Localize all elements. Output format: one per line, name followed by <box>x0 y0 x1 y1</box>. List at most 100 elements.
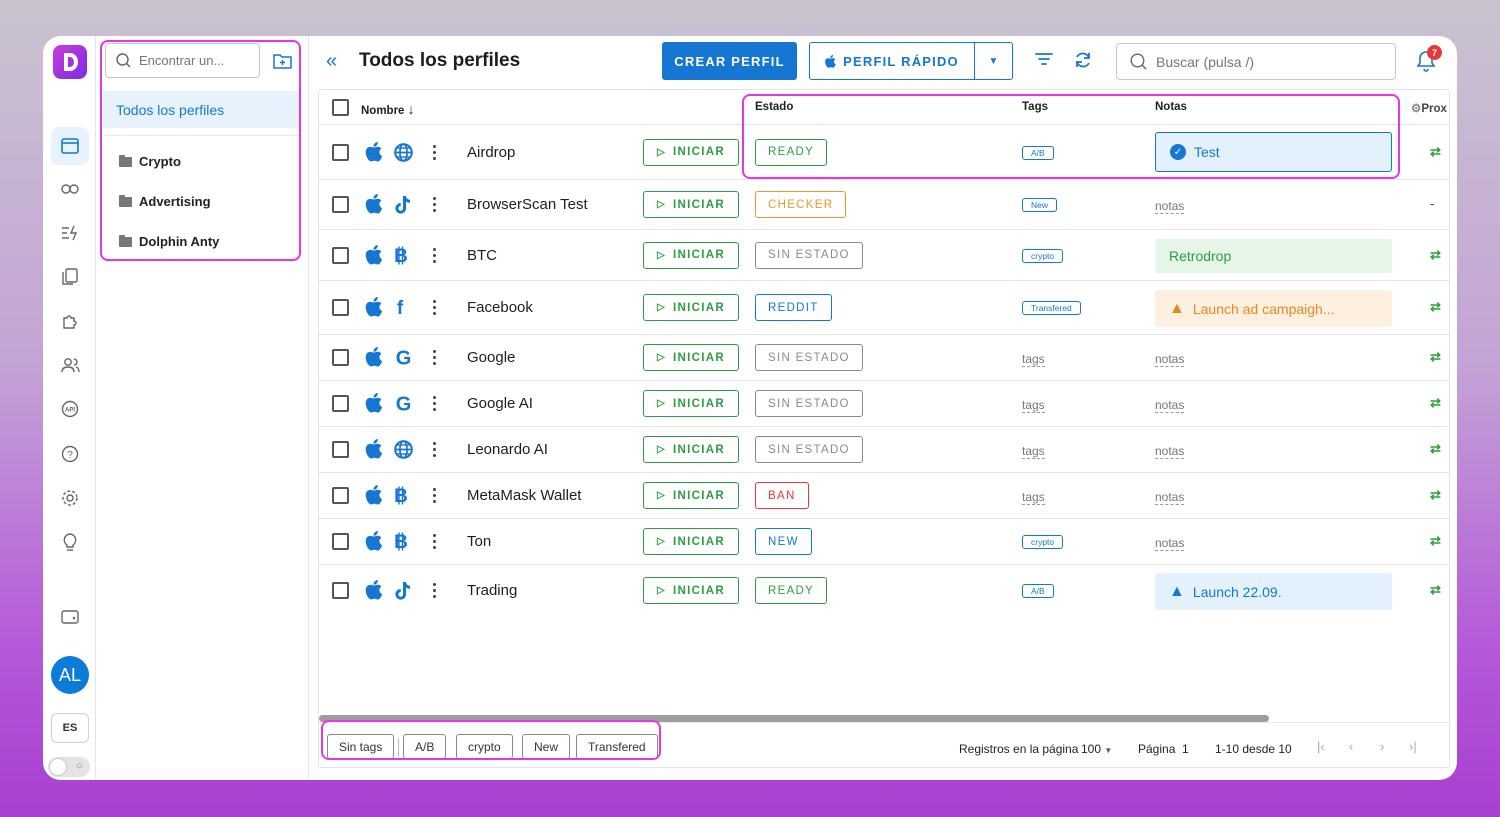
tag-chip-transfered[interactable]: Transfered <box>576 734 658 759</box>
start-profile-button[interactable]: ▷ INICIAR <box>643 294 739 321</box>
browser-profiles-icon[interactable] <box>51 127 89 165</box>
profile-name[interactable]: Facebook <box>467 299 533 316</box>
row-menu-icon[interactable] <box>433 534 437 552</box>
profile-name[interactable]: Google <box>467 349 515 366</box>
proxy-switch-icon[interactable]: ⇄ <box>1430 144 1441 160</box>
status-badge[interactable]: NEW <box>755 528 812 555</box>
notes-placeholder[interactable]: notas <box>1155 200 1185 214</box>
profile-name[interactable]: BTC <box>467 247 497 264</box>
link-icon[interactable] <box>51 170 89 208</box>
quick-profile-main[interactable]: PERFIL RÁPIDO <box>810 43 975 79</box>
row-checkbox[interactable] <box>332 395 349 412</box>
column-status-header[interactable]: Estado <box>755 101 793 113</box>
collapse-panel-icon[interactable]: « <box>326 50 337 73</box>
avatar[interactable]: AL <box>51 656 89 694</box>
records-per-page-select[interactable]: 100 ▼ <box>1081 742 1112 756</box>
row-checkbox[interactable] <box>332 533 349 550</box>
horizontal-scrollbar[interactable] <box>319 715 1269 722</box>
row-checkbox[interactable] <box>332 441 349 458</box>
proxy-switch-icon[interactable]: ⇄ <box>1430 533 1441 549</box>
profile-search-input[interactable] <box>1156 53 1376 70</box>
row-checkbox[interactable] <box>332 349 349 366</box>
note-badge[interactable]: ✓ Test <box>1155 132 1392 172</box>
tags-placeholder[interactable]: tags <box>1022 399 1045 413</box>
profile-name[interactable]: Airdrop <box>467 144 515 161</box>
notes-placeholder[interactable]: notas <box>1155 537 1185 551</box>
notes-placeholder[interactable]: notas <box>1155 491 1185 505</box>
row-menu-icon[interactable] <box>433 247 437 266</box>
table-row[interactable]: BrowserScan Test ▷ INICIAR CHECKER New notas - <box>319 180 1449 230</box>
tag-badge[interactable]: Transfered <box>1022 301 1081 315</box>
first-page-icon[interactable]: |‹ <box>1317 739 1325 754</box>
table-row[interactable]: Airdrop ▷ INICIAR READY A/B ✓ Test ⇄ <box>319 125 1449 180</box>
notes-placeholder[interactable]: notas <box>1155 399 1185 413</box>
profile-name[interactable]: BrowserScan Test <box>467 196 588 213</box>
status-badge[interactable]: CHECKER <box>755 191 847 218</box>
row-checkbox[interactable] <box>332 582 349 599</box>
table-row[interactable]: Leonardo AI ▷ INICIAR SIN ESTADO tags notas ⇄ <box>319 427 1449 473</box>
row-menu-icon[interactable] <box>433 396 437 414</box>
proxy-switch-icon[interactable]: ⇄ <box>1430 395 1441 411</box>
row-checkbox[interactable] <box>332 196 349 213</box>
proxy-switch-icon[interactable]: ⇄ <box>1430 349 1441 365</box>
tags-placeholder[interactable]: tags <box>1022 491 1045 505</box>
row-checkbox[interactable] <box>332 143 349 161</box>
last-page-icon[interactable]: ›| <box>1409 739 1417 754</box>
wallet-icon[interactable] <box>51 598 89 636</box>
next-page-icon[interactable]: › <box>1380 739 1384 754</box>
proxy-switch-icon[interactable]: ⇄ <box>1430 441 1441 457</box>
proxy-switch-icon[interactable]: ⇄ <box>1430 299 1441 315</box>
proxy-switch-icon[interactable]: ⇄ <box>1430 582 1441 598</box>
profile-name[interactable]: Trading <box>467 582 517 599</box>
tag-chip-new[interactable]: New <box>522 734 571 759</box>
note-badge[interactable]: ▲ Launch ad campaigh... <box>1155 290 1392 327</box>
help-icon[interactable]: ? <box>51 435 89 473</box>
profile-name[interactable]: Google AI <box>467 395 533 412</box>
table-row[interactable]: B BTC ▷ INICIAR SIN ESTADO crypto Retrodrop ⇄ <box>319 230 1449 281</box>
proxy-switch-icon[interactable]: ⇄ <box>1430 247 1441 263</box>
create-profile-button[interactable]: CREAR PERFIL <box>662 42 797 80</box>
status-badge[interactable]: SIN ESTADO <box>755 436 863 463</box>
select-all-checkbox[interactable] <box>332 99 349 116</box>
column-tags-header[interactable]: Tags <box>1022 101 1048 113</box>
tags-placeholder[interactable]: tags <box>1022 445 1045 459</box>
notes-placeholder[interactable]: notas <box>1155 445 1185 459</box>
tag-badge[interactable]: New <box>1022 198 1058 212</box>
notes-placeholder[interactable]: notas <box>1155 353 1185 367</box>
refresh-icon[interactable] <box>1073 50 1093 75</box>
tag-badge[interactable]: crypto <box>1022 535 1064 549</box>
team-icon[interactable] <box>51 346 89 384</box>
row-menu-icon[interactable] <box>433 488 437 506</box>
row-menu-icon[interactable] <box>433 144 437 163</box>
folder-all-profiles[interactable]: Todos los perfiles <box>103 91 299 128</box>
folder-item-dolphin-anty[interactable]: Dolphin Anty <box>119 234 219 249</box>
tag-badge[interactable]: crypto <box>1022 248 1064 263</box>
filter-icon[interactable] <box>1034 50 1054 73</box>
status-badge[interactable]: SIN ESTADO <box>755 344 863 371</box>
settings-gear-icon[interactable] <box>51 479 89 517</box>
note-badge[interactable]: ▲ Launch 22.09. <box>1155 573 1392 610</box>
status-badge[interactable]: SIN ESTADO <box>755 241 863 269</box>
table-row[interactable]: B Ton ▷ INICIAR NEW crypto notas ⇄ <box>319 519 1449 565</box>
row-checkbox[interactable] <box>332 487 349 504</box>
no-proxy-text[interactable]: - <box>1430 196 1434 211</box>
table-row[interactable]: Trading ▷ INICIAR READY A/B ▲ Launch 22.09. ⇄ <box>319 565 1449 617</box>
status-badge[interactable]: READY <box>755 138 828 166</box>
row-checkbox[interactable] <box>332 299 349 316</box>
profile-name[interactable]: Leonardo AI <box>467 441 548 458</box>
profile-name[interactable]: Ton <box>467 533 491 550</box>
column-proxy-header[interactable]: ⚙Prox <box>1411 101 1447 115</box>
start-profile-button[interactable]: ▷ INICIAR <box>643 528 739 555</box>
row-checkbox[interactable] <box>332 246 349 264</box>
start-profile-button[interactable]: ▷ INICIAR <box>643 191 739 218</box>
bookmarks-icon[interactable] <box>51 258 89 296</box>
row-menu-icon[interactable] <box>433 300 437 318</box>
table-row[interactable]: G Google AI ▷ INICIAR SIN ESTADO tags notas ⇄ <box>319 381 1449 427</box>
add-folder-icon[interactable] <box>271 50 293 72</box>
table-row[interactable]: B MetaMask Wallet ▷ INICIAR BAN tags notas ⇄ <box>319 473 1449 519</box>
tag-badge[interactable]: A/B <box>1022 584 1054 598</box>
start-profile-button[interactable]: ▷ INICIAR <box>643 390 739 417</box>
language-button[interactable]: ES <box>51 713 89 743</box>
start-profile-button[interactable]: ▷ INICIAR <box>643 436 739 463</box>
quick-profile-button[interactable]: PERFIL RÁPIDO ▼ <box>809 42 1013 80</box>
